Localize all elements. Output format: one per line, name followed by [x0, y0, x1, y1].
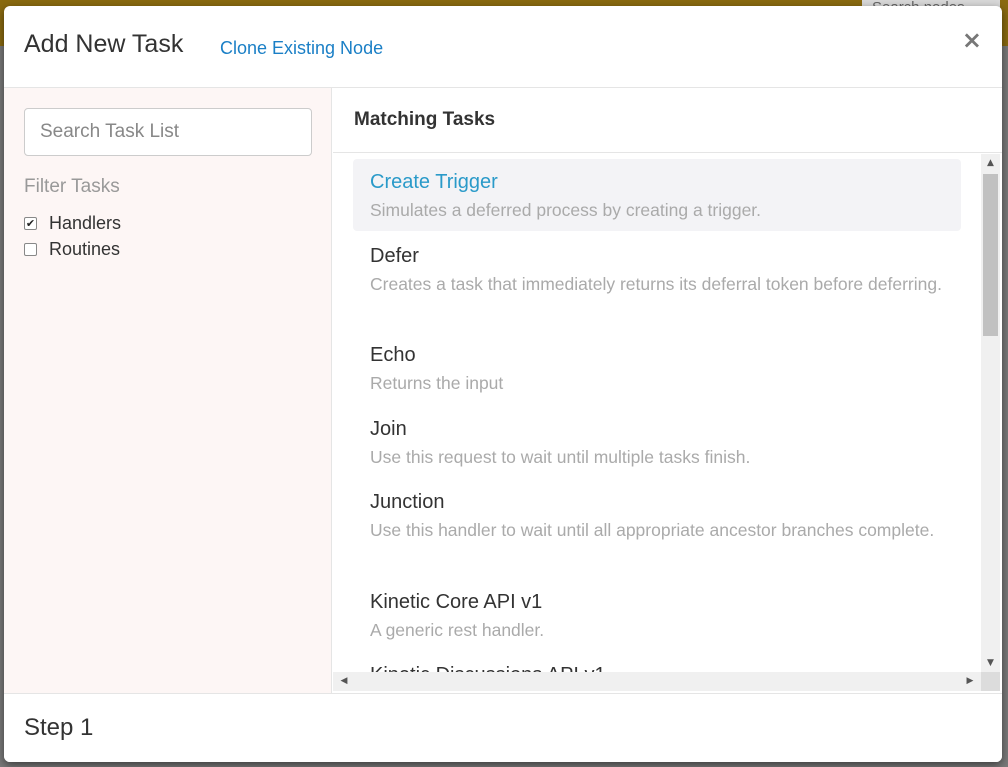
task-description: Creates a task that immediately returns … — [370, 274, 942, 294]
task-item-kinetic-core-api[interactable]: Kinetic Core API v1 A generic rest handl… — [353, 579, 961, 651]
task-list[interactable]: Create Trigger Simulates a deferred proc… — [333, 154, 981, 672]
modal-header: Add New Task Clone Existing Node × — [4, 6, 1002, 88]
search-task-list-input[interactable] — [24, 108, 312, 156]
task-item-echo[interactable]: Echo Returns the input — [353, 332, 961, 404]
task-name: Defer — [370, 245, 419, 267]
task-item-junction[interactable]: Junction Use this handler to wait until … — [353, 479, 961, 551]
routines-label: Routines — [49, 238, 121, 259]
task-item-kinetic-discussions-api[interactable]: Kinetic Discussions API v1 — [353, 652, 961, 672]
routines-checkbox[interactable] — [24, 242, 37, 256]
task-description: Use this request to wait until multiple … — [370, 447, 751, 467]
filter-sidebar: Filter Tasks ✔ Handlers Routines — [4, 88, 332, 693]
close-icon[interactable]: × — [962, 28, 982, 52]
matching-tasks-panel: Matching Tasks Create Trigger Simulates … — [333, 88, 1002, 693]
task-description: A generic rest handler. — [370, 620, 545, 640]
modal-footer: Step 1 — [4, 693, 1002, 762]
scroll-down-icon[interactable]: ▼ — [981, 654, 1000, 672]
handlers-checkbox[interactable]: ✔ — [24, 216, 37, 230]
task-name: Junction — [370, 491, 445, 513]
step-title: Step 1 — [24, 714, 94, 741]
add-task-modal: Add New Task Clone Existing Node × Filte… — [4, 6, 1002, 762]
task-name: Kinetic Discussions API v1 — [370, 660, 944, 672]
task-item-defer[interactable]: Defer Creates a task that immediately re… — [353, 233, 961, 305]
horizontal-scrollbar[interactable]: ◀ ▶ — [333, 672, 981, 691]
handlers-label: Handlers — [49, 212, 122, 233]
filter-routines[interactable]: Routines — [24, 238, 120, 260]
vertical-scrollbar[interactable]: ▲ ▼ — [981, 154, 1000, 672]
task-description: Simulates a deferred process by creating… — [370, 200, 762, 220]
task-name: Kinetic Core API v1 — [370, 591, 543, 613]
matching-tasks-title: Matching Tasks — [354, 109, 496, 130]
scroll-up-icon[interactable]: ▲ — [981, 154, 1000, 172]
task-description: Use this handler to wait until all appro… — [370, 520, 935, 540]
task-item-create-trigger[interactable]: Create Trigger Simulates a deferred proc… — [353, 159, 961, 231]
filter-tasks-heading: Filter Tasks — [24, 176, 120, 197]
modal-title: Add New Task — [24, 30, 184, 58]
task-item-join[interactable]: Join Use this request to wait until mult… — [353, 406, 961, 478]
filter-handlers[interactable]: ✔ Handlers — [24, 212, 121, 234]
vertical-scroll-thumb[interactable] — [983, 174, 998, 336]
matching-tasks-header: Matching Tasks — [333, 88, 1002, 153]
clone-existing-node-link[interactable]: Clone Existing Node — [220, 38, 383, 59]
task-name: Create Trigger — [370, 171, 498, 193]
scroll-right-icon[interactable]: ▶ — [961, 672, 979, 691]
scroll-left-icon[interactable]: ◀ — [335, 672, 353, 691]
scroll-corner — [981, 672, 1000, 691]
task-name: Join — [370, 418, 407, 440]
task-name: Echo — [370, 344, 416, 366]
task-description: Returns the input — [370, 373, 504, 393]
